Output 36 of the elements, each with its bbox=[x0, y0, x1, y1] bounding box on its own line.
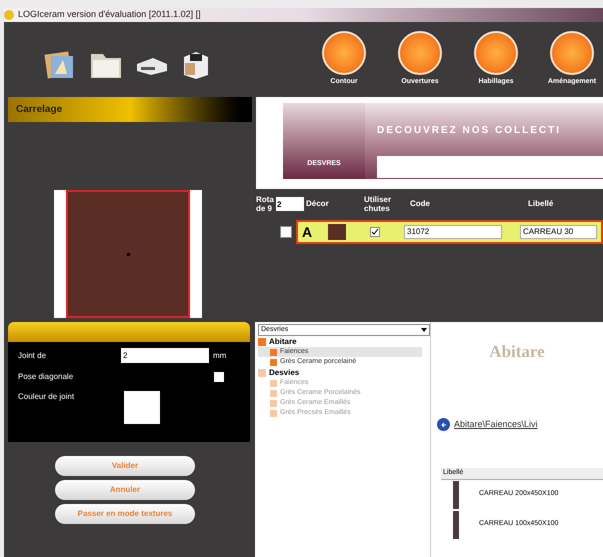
joint-color-swatch[interactable] bbox=[124, 391, 160, 424]
item-square-icon bbox=[270, 380, 277, 386]
column-header: Décor bbox=[306, 198, 330, 210]
rotation-input[interactable]: 2 bbox=[276, 197, 304, 211]
column-header: Code bbox=[410, 198, 431, 210]
brand-logo-text: Abitare bbox=[489, 341, 545, 364]
joint-input[interactable]: 2 bbox=[121, 348, 209, 363]
unit-label: mm bbox=[213, 350, 226, 362]
row-checkbox[interactable] bbox=[280, 226, 292, 238]
dropdown-arrow-icon bbox=[421, 328, 427, 332]
tree-group[interactable]: Abitare bbox=[269, 336, 297, 348]
rotation-label: Rota de 9 bbox=[256, 195, 275, 213]
code-field[interactable]: 31072 bbox=[404, 225, 502, 239]
item-square-icon bbox=[270, 410, 277, 416]
item-square-icon bbox=[270, 400, 277, 406]
item-square-icon bbox=[270, 390, 277, 396]
panel-title: Carrelage bbox=[16, 103, 62, 117]
product-thumbnail bbox=[453, 510, 459, 538]
joint-label: Joint de bbox=[18, 350, 48, 362]
joint-color-label: Couleur de joint bbox=[18, 391, 76, 403]
column-header: Utiliser chutes bbox=[364, 195, 392, 213]
window-title: LOGIceram version d'évaluation [2011.1.02] [] bbox=[18, 8, 201, 22]
offcuts-checkbox[interactable] bbox=[370, 227, 380, 237]
diagonal-checkbox[interactable] bbox=[214, 372, 224, 382]
path-link[interactable]: Abitare\Faiences\Livi bbox=[454, 418, 538, 432]
column-header: Libellé bbox=[528, 198, 554, 210]
diagonal-label: Pose diagonale bbox=[18, 371, 74, 383]
label-field[interactable]: CARREAU 30 bbox=[520, 225, 597, 239]
item-square-icon bbox=[270, 348, 277, 356]
item-square-icon bbox=[270, 358, 277, 366]
app-icon bbox=[4, 10, 14, 20]
product-thumbnail bbox=[453, 480, 459, 508]
tile-row[interactable]: A 31072 CARREAU 30 bbox=[296, 220, 603, 244]
tree-group[interactable]: Desvies bbox=[269, 366, 300, 378]
banner-headline: DECOUVREZ NOS COLLECTI bbox=[377, 124, 562, 138]
letter-cell-text: A bbox=[302, 222, 314, 242]
